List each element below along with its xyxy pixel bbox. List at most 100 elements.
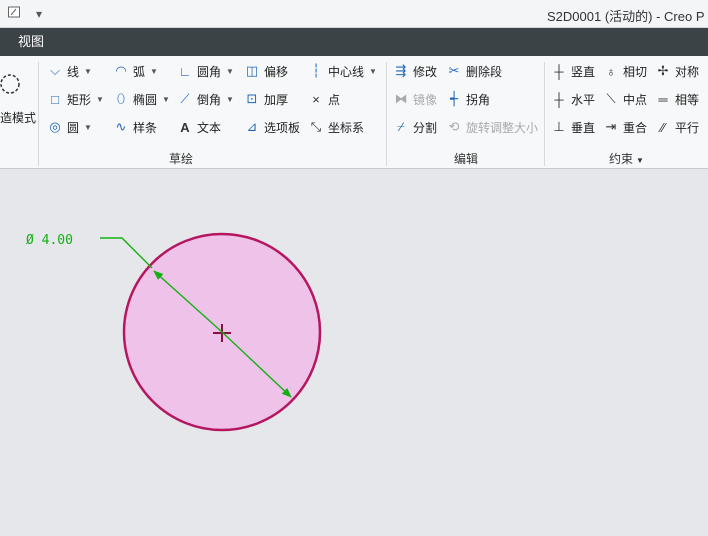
corner-button[interactable]: ┽ 拐角 <box>445 88 490 110</box>
symmetric-icon: ✢ <box>657 63 669 78</box>
menu-bar: 视图 <box>0 28 708 56</box>
coordsys-label: 坐标系 <box>328 120 365 135</box>
chevron-down-icon[interactable]: ▼ <box>226 67 234 76</box>
quick-access-icon[interactable] <box>5 5 23 23</box>
dimension-value[interactable]: Ø 4.00 <box>26 233 73 248</box>
modify-label: 修改 <box>413 64 438 79</box>
circle-icon: ◎ <box>49 119 61 134</box>
chevron-down-icon[interactable]: ▼ <box>369 67 377 76</box>
divide-button[interactable]: ⌿ 分割 <box>392 116 437 138</box>
chevron-down-icon[interactable]: ▼ <box>226 95 234 104</box>
coincident-label: 重合 <box>623 120 648 135</box>
chevron-down-icon[interactable]: ▼ <box>150 67 158 76</box>
fillet-button[interactable]: ∟ 圆角 ▼ <box>176 60 234 82</box>
spline-button[interactable]: ∿ 样条 <box>112 116 157 138</box>
palette-label: 选项板 <box>264 120 301 135</box>
centerline-icon: ┆ <box>312 63 320 78</box>
parallel-constraint-button[interactable]: ∕∕ 平行 <box>654 116 699 138</box>
arc-icon: ◠ <box>115 63 127 78</box>
horizontal-constraint-button[interactable]: ┼ 水平 <box>550 88 595 110</box>
offset-label: 偏移 <box>264 64 289 79</box>
rotate-resize-button[interactable]: ⟲ 旋转调整大小 <box>445 116 538 138</box>
coordinate-system-icon: ⤡ <box>310 119 322 134</box>
palette-icon: ⊿ <box>246 119 258 134</box>
offset-button[interactable]: ◫ 偏移 <box>243 60 288 82</box>
divide-label: 分割 <box>413 120 438 135</box>
midpoint-label: 中点 <box>623 92 648 107</box>
mode-button[interactable]: 造模式 <box>0 62 36 126</box>
thicken-button[interactable]: ⊡ 加厚 <box>243 88 288 110</box>
chamfer-icon: ⟋ <box>180 91 190 106</box>
chevron-down-icon[interactable]: ▼ <box>84 123 92 132</box>
rectangle-label: 矩形 <box>67 92 92 107</box>
mirror-button[interactable]: ⧓ 镜像 <box>392 88 438 110</box>
centerline-button[interactable]: ┆ 中心线 ▼ <box>307 60 377 82</box>
parallel-icon: ∕∕ <box>660 119 666 135</box>
modify-button[interactable]: ⇶ 修改 <box>392 60 437 82</box>
equal-constraint-button[interactable]: ═ 相等 <box>654 88 699 110</box>
coincident-constraint-button[interactable]: ⇥ 重合 <box>602 116 647 138</box>
ellipse-icon: ⬯ <box>116 91 126 106</box>
sketch-canvas[interactable]: Ø 4.00 <box>0 170 708 536</box>
delete-segment-icon: ✂ <box>448 63 460 78</box>
rotate-resize-label: 旋转调整大小 <box>466 120 539 135</box>
symmetric-label: 对称 <box>675 64 700 79</box>
palette-button[interactable]: ⊿ 选项板 <box>243 116 300 138</box>
symmetric-constraint-button[interactable]: ✢ 对称 <box>654 60 699 82</box>
ribbon: 造模式 ⌵ 线 ▼ ◠ 弧 ▼ ∟ 圆角 ▼ ◫ 偏移 ┆ 中心线 ▼ □ 矩形 ▼ ⬯ 椭圆 ▼ ⟋ 倒角… <box>0 56 708 169</box>
chamfer-button[interactable]: ⟋ 倒角 ▼ <box>176 88 234 110</box>
vertical-constraint-button[interactable]: ┼ 竖直 <box>550 60 595 82</box>
text-button[interactable]: A 文本 <box>176 116 221 138</box>
thicken-label: 加厚 <box>264 92 289 107</box>
ellipse-label: 椭圆 <box>133 92 158 107</box>
ellipse-button[interactable]: ⬯ 椭圆 ▼ <box>112 88 170 110</box>
equal-label: 相等 <box>675 92 700 107</box>
window-title: S2D0001 (活动的) - Creo P <box>547 9 705 24</box>
equal-icon: ═ <box>658 91 668 107</box>
tab-view[interactable]: 视图 <box>10 28 52 56</box>
tangent-icon: ♁ <box>606 63 616 79</box>
vertical-label: 竖直 <box>571 64 596 79</box>
arc-button[interactable]: ◠ 弧 ▼ <box>112 60 158 82</box>
delete-segment-label: 删除段 <box>466 64 503 79</box>
horizontal-label: 水平 <box>571 92 596 107</box>
perpendicular-label: 垂直 <box>571 120 596 135</box>
mirror-label: 镜像 <box>413 92 438 107</box>
spline-label: 样条 <box>133 120 158 135</box>
corner-label: 拐角 <box>466 92 491 107</box>
perpendicular-icon: ⊥ <box>553 119 565 134</box>
delete-segment-button[interactable]: ✂ 删除段 <box>445 60 502 82</box>
rotate-icon: ⟲ <box>448 119 460 134</box>
tangent-constraint-button[interactable]: ♁ 相切 <box>602 60 647 82</box>
title-bar: ▾ S2D0001 (活动的) - Creo P <box>0 0 708 28</box>
group-separator <box>38 62 39 166</box>
point-button[interactable]: × 点 <box>307 88 340 110</box>
line-button[interactable]: ⌵ 线 ▼ <box>46 60 92 82</box>
midpoint-constraint-button[interactable]: ⟍ 中点 <box>602 88 647 110</box>
chevron-down-icon[interactable]: ▼ <box>84 67 92 76</box>
chamfer-label: 倒角 <box>197 92 222 107</box>
coordsys-button[interactable]: ⤡ 坐标系 <box>307 116 364 138</box>
text-icon: A <box>180 119 190 135</box>
group-separator <box>544 62 545 166</box>
chevron-down-icon[interactable]: ▼ <box>96 95 104 104</box>
sketch-svg[interactable]: Ø 4.00 <box>0 170 708 536</box>
sketch-group-label: 草绘 <box>169 152 194 166</box>
constrain-group-label: 约束 <box>609 152 634 166</box>
rectangle-button[interactable]: □ 矩形 ▼ <box>46 88 104 110</box>
modify-icon: ⇶ <box>395 63 407 78</box>
chevron-down-icon[interactable]: ▼ <box>162 95 170 104</box>
tangent-label: 相切 <box>623 64 648 79</box>
text-label: 文本 <box>197 120 222 135</box>
perpendicular-constraint-button[interactable]: ⊥ 垂直 <box>550 116 595 138</box>
line-label: 线 <box>67 64 80 79</box>
circle-button[interactable]: ◎ 圆 ▼ <box>46 116 92 138</box>
dimension-leader <box>100 237 153 269</box>
thicken-icon: ⊡ <box>246 91 258 106</box>
constrain-group-menu[interactable]: 约束 ▼ <box>609 150 644 167</box>
edit-group-label: 编辑 <box>454 152 479 166</box>
point-label: 点 <box>328 92 341 107</box>
offset-icon: ◫ <box>245 63 259 78</box>
midpoint-icon: ⟍ <box>606 91 616 106</box>
quick-access-dropdown-icon[interactable]: ▾ <box>30 5 48 23</box>
